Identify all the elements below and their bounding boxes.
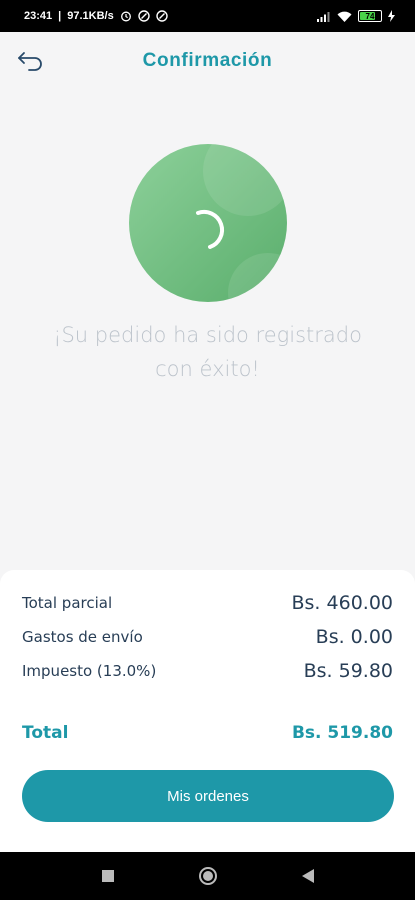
- notification-icon-2: [156, 10, 168, 22]
- order-summary: Total parcial Bs. 460.00 Gastos de envío…: [0, 570, 415, 852]
- back-arrow-icon: [18, 52, 42, 71]
- status-left: 23:41 | 97.1KB/s: [24, 10, 168, 22]
- status-time: 23:41: [24, 10, 53, 22]
- page-title: Confirmación: [142, 50, 273, 71]
- charging-icon: [388, 10, 395, 22]
- total-value: Bs. 519.80: [291, 723, 393, 743]
- my-orders-button[interactable]: Mis ordenes: [22, 770, 394, 822]
- success-message: ¡Su pedido ha sido registrado con éxito!: [20, 318, 395, 386]
- signal-icon: [317, 11, 331, 22]
- system-nav-bar: [0, 852, 415, 900]
- status-bar: 23:41 | 97.1KB/s 74: [0, 0, 415, 32]
- summary-row-total: Total Bs. 519.80: [22, 723, 393, 743]
- network-speed: 97.1KB/s: [67, 10, 114, 22]
- summary-value: Bs. 59.80: [303, 660, 393, 682]
- summary-row-tax: Impuesto (13.0%) Bs. 59.80: [22, 660, 393, 682]
- success-line-1: ¡Su pedido ha sido registrado: [53, 323, 362, 347]
- system-back-button[interactable]: [293, 861, 323, 891]
- success-line-2: con éxito!: [155, 357, 260, 381]
- back-button[interactable]: [14, 46, 48, 76]
- summary-label: Gastos de envío: [22, 628, 143, 646]
- summary-value: Bs. 460.00: [291, 592, 394, 614]
- circle-icon: [198, 867, 217, 885]
- summary-value: Bs. 0.00: [315, 626, 393, 648]
- success-circle: [128, 143, 288, 303]
- wifi-icon: [337, 11, 352, 22]
- summary-label: Impuesto (13.0%): [22, 662, 157, 680]
- total-label: Total: [22, 723, 69, 743]
- triangle-back-icon: [301, 869, 314, 883]
- summary-row-shipping: Gastos de envío Bs. 0.00: [22, 626, 393, 648]
- home-button[interactable]: [193, 861, 223, 891]
- status-right: 74: [317, 10, 395, 22]
- summary-label: Total parcial: [22, 594, 113, 612]
- alarm-icon: [120, 10, 132, 22]
- battery-icon: 74: [358, 10, 382, 22]
- square-icon: [101, 870, 114, 882]
- status-separator: |: [58, 10, 62, 22]
- recent-apps-button[interactable]: [93, 861, 123, 891]
- app-header: Confirmación: [0, 32, 415, 90]
- summary-row-subtotal: Total parcial Bs. 460.00: [22, 592, 393, 614]
- battery-level: 74: [365, 11, 375, 21]
- notification-icon: [138, 10, 150, 22]
